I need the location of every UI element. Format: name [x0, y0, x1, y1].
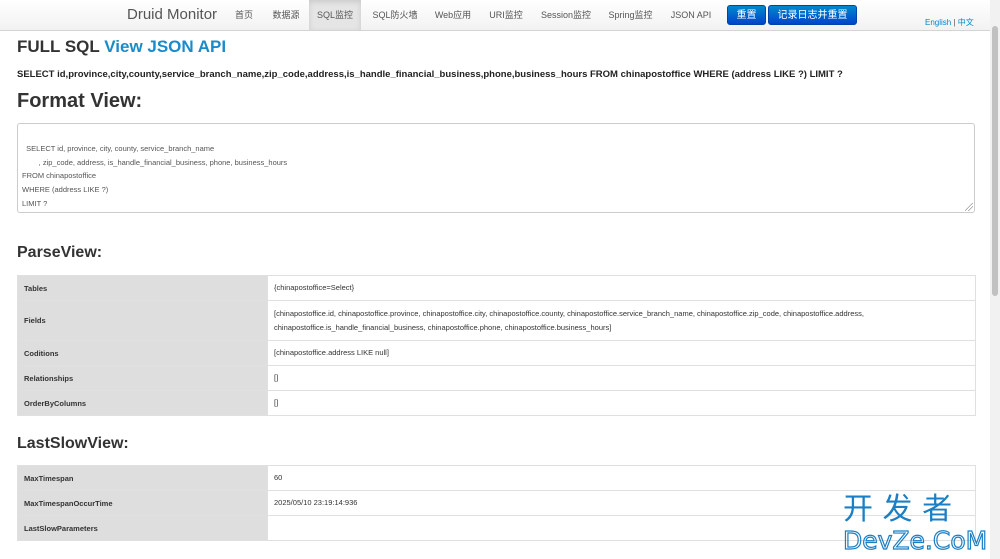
format-view-textarea[interactable]: SELECT id, province, city, county, servi…	[17, 123, 975, 213]
nav-item-session-monitor[interactable]: Session监控	[536, 0, 596, 30]
nav-item-sql-monitor[interactable]: SQL监控	[309, 0, 361, 30]
page-title: FULL SQL View JSON API	[17, 37, 226, 57]
last-slow-view-table: MaxTimespan 60 MaxTimespanOccurTime 2025…	[17, 465, 976, 541]
row-value: [chinapostoffice.id, chinapostoffice.pro…	[267, 300, 976, 341]
log-and-reset-button[interactable]: 记录日志并重置	[768, 5, 857, 25]
resize-handle[interactable]	[965, 203, 973, 211]
view-json-api-link[interactable]: View JSON API	[104, 37, 226, 56]
row-value: []	[267, 365, 976, 391]
row-key: Fields	[17, 300, 268, 341]
table-row: Fields [chinapostoffice.id, chinapostoff…	[17, 300, 976, 341]
row-key: Relationships	[17, 365, 268, 391]
page-scrollbar[interactable]	[990, 0, 1000, 559]
nav-item-uri-monitor[interactable]: URI监控	[484, 0, 528, 30]
lang-chinese-link[interactable]: 中文	[958, 18, 974, 27]
lang-separator: |	[953, 18, 956, 27]
watermark-line-2: DevZe.CoM	[843, 526, 987, 555]
row-key: LastSlowParameters	[17, 515, 268, 541]
row-key: Coditions	[17, 340, 268, 366]
row-value: []	[267, 390, 976, 416]
row-key: MaxTimespanOccurTime	[17, 490, 268, 516]
nav-item-sql-firewall[interactable]: SQL防火墙	[365, 0, 425, 30]
table-row: Coditions [chinapostoffice.address LIKE …	[17, 340, 976, 366]
table-row: OrderByColumns []	[17, 390, 976, 416]
parse-view-heading: ParseView:	[17, 244, 103, 261]
lang-english-link[interactable]: English	[925, 18, 951, 27]
table-row: MaxTimespanOccurTime 2025/05/10 23:19:14…	[17, 490, 976, 516]
top-navbar: Druid Monitor 首页 数据源 SQL监控 SQL防火墙 Web应用 …	[0, 0, 1000, 31]
watermark-line-1: 开 发 者	[843, 492, 952, 527]
scrollbar-thumb[interactable]	[992, 26, 998, 296]
reset-button[interactable]: 重置	[727, 5, 766, 25]
row-key: OrderByColumns	[17, 390, 268, 416]
nav-item-spring-monitor[interactable]: Spring监控	[603, 0, 658, 30]
nav-item-json-api[interactable]: JSON API	[666, 0, 716, 30]
brand-title[interactable]: Druid Monitor	[127, 6, 217, 23]
nav-item-datasource[interactable]: 数据源	[266, 0, 306, 30]
page-title-prefix: FULL SQL	[17, 37, 100, 56]
row-key: Tables	[17, 275, 268, 301]
parse-view-table: Tables {chinapostoffice=Select} Fields […	[17, 275, 976, 416]
table-row: Relationships []	[17, 365, 976, 391]
table-row: LastSlowParameters	[17, 515, 976, 541]
row-value: {chinapostoffice=Select}	[267, 275, 976, 301]
row-value: [chinapostoffice.address LIKE null]	[267, 340, 976, 366]
row-value: 60	[267, 465, 976, 491]
devze-watermark-logo: 开 发 者 DevZe.CoM	[843, 492, 988, 555]
full-sql-text: SELECT id,province,city,county,service_b…	[17, 69, 843, 80]
last-slow-view-heading: LastSlowView:	[17, 435, 129, 452]
row-key: MaxTimespan	[17, 465, 268, 491]
language-switch: English | 中文	[925, 17, 974, 28]
nav-item-web-app[interactable]: Web应用	[429, 0, 477, 30]
nav-item-home[interactable]: 首页	[228, 0, 260, 30]
table-row: MaxTimespan 60	[17, 465, 976, 491]
formatted-sql: SELECT id, province, city, county, servi…	[22, 143, 288, 208]
table-row: Tables {chinapostoffice=Select}	[17, 275, 976, 301]
format-view-heading: Format View:	[17, 90, 143, 112]
